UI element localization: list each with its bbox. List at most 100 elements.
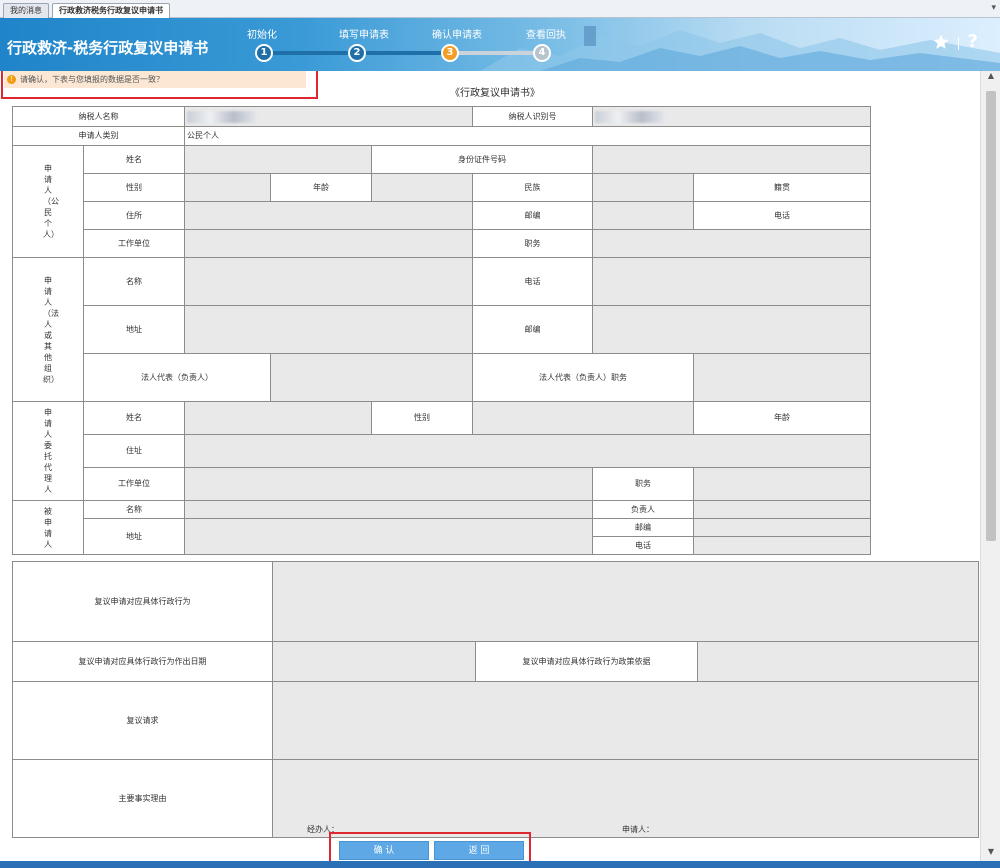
form-content: ! 请确认，下表与您填报的数据是否一致？ 《行政复议申请书》 纳税人名称 纳税人… xyxy=(0,71,980,838)
favorite-star-icon[interactable] xyxy=(932,33,950,51)
employer-value xyxy=(184,229,473,258)
facts-label: 主要事实理由 xyxy=(12,759,273,838)
agent-name-value xyxy=(184,401,372,435)
resp-phone-value xyxy=(693,536,871,555)
step-1: 1 xyxy=(255,44,273,62)
help-icon[interactable]: ? xyxy=(968,31,978,52)
step-progress-remaining xyxy=(450,51,542,55)
redacted-value xyxy=(187,110,257,123)
resp-head-label: 负责人 xyxy=(592,500,694,519)
step-label-1: 初始化 xyxy=(247,30,277,41)
vertical-scrollbar[interactable]: ▲ ▼ xyxy=(980,71,1000,861)
tab-reconsideration-form[interactable]: 行政救济税务行政复议申请书 xyxy=(52,3,170,18)
step-label-4: 查看回执 xyxy=(526,30,566,41)
agent-employer-label: 工作单位 xyxy=(83,467,185,501)
agent-gender-value xyxy=(472,401,694,435)
request-value xyxy=(272,681,979,760)
taxpayer-id-value xyxy=(592,106,871,127)
org-phone-label: 电话 xyxy=(472,257,593,306)
phone-label: 电话 xyxy=(693,201,871,230)
resp-phone-label: 电话 xyxy=(592,536,694,555)
section-agent-label: 申请人委托代理人 xyxy=(12,401,84,501)
policy-basis-value xyxy=(697,641,979,682)
age-value xyxy=(371,173,473,202)
address-value xyxy=(184,201,473,230)
step-4: 4 xyxy=(533,44,551,62)
applicant-type-label: 申请人类别 xyxy=(12,126,185,146)
scroll-up-icon[interactable]: ▲ xyxy=(981,71,1000,85)
action-value xyxy=(272,561,979,642)
name-value xyxy=(184,145,372,174)
document-title: 《行政复议申请书》 xyxy=(450,88,540,99)
position-label: 职务 xyxy=(472,229,593,258)
legal-rep-value xyxy=(270,353,473,402)
resp-postcode-label: 邮编 xyxy=(592,518,694,537)
org-name-value xyxy=(184,257,473,306)
resp-postcode-value xyxy=(693,518,871,537)
header-banner: 行政救济-税务行政复议申请书 初始化 填写申请表 确认申请表 查看回执 1 2 … xyxy=(0,18,1000,71)
postcode-label: 邮编 xyxy=(472,201,593,230)
origin-cell: 籍贯 xyxy=(693,173,871,202)
legal-rep-label: 法人代表（负责人） xyxy=(83,353,271,402)
agent-employer-value xyxy=(184,467,593,501)
action-date-label: 复议申请对应具体行政行为作出日期 xyxy=(12,641,273,682)
step-label-2: 填写申请表 xyxy=(339,30,389,41)
applicant-form-table: 纳税人名称 纳税人识别号 申请人类别 公民个人 申请人（公民个人） 姓名 身份证… xyxy=(12,106,871,555)
gender-label: 性别 xyxy=(83,173,185,202)
address-label: 住所 xyxy=(83,201,185,230)
id-number-label: 身份证件号码 xyxy=(371,145,593,174)
agent-gender-label: 性别 xyxy=(371,401,473,435)
header-divider xyxy=(958,37,959,50)
facts-value: 经办人： 申请人： xyxy=(272,759,979,838)
signature-row: 经办人： 申请人： xyxy=(277,761,974,837)
agent-position-value xyxy=(693,467,871,501)
resp-address-value xyxy=(184,518,593,555)
request-details-table: 复议申请对应具体行政行为 复议申请对应具体行政行为作出日期 复议申请对应具体行政… xyxy=(12,561,979,838)
age-label: 年龄 xyxy=(270,173,372,202)
gender-value xyxy=(184,173,271,202)
scroll-down-icon[interactable]: ▼ xyxy=(981,847,1000,861)
id-number-value xyxy=(592,145,871,174)
ethnicity-label: 民族 xyxy=(472,173,593,202)
redacted-value xyxy=(595,110,665,123)
legal-rep-position-value xyxy=(693,353,871,402)
taxpayer-id-label: 纳税人识别号 xyxy=(472,106,593,127)
resp-address-label: 地址 xyxy=(83,518,185,555)
buttons-highlight-box xyxy=(329,832,531,864)
section-respondent-label: 被申请人 xyxy=(12,500,84,555)
page-title: 行政救济-税务行政复议申请书 xyxy=(7,39,209,57)
org-name-label: 名称 xyxy=(83,257,185,306)
employer-label: 工作单位 xyxy=(83,229,185,258)
request-label: 复议请求 xyxy=(12,681,273,760)
legal-rep-position-label: 法人代表（负责人）职务 xyxy=(472,353,694,402)
scroll-thumb[interactable] xyxy=(986,91,996,541)
position-value xyxy=(592,229,871,258)
action-date-value xyxy=(272,641,476,682)
step-3-current: 3 xyxy=(441,44,459,62)
name-label: 姓名 xyxy=(83,145,185,174)
resp-name-value xyxy=(184,500,593,519)
agent-name-label: 姓名 xyxy=(83,401,185,435)
tab-my-messages[interactable]: 我的消息 xyxy=(3,3,49,18)
step-2: 2 xyxy=(348,44,366,62)
origin-label: 籍贯 xyxy=(774,182,790,192)
notice-highlight-box xyxy=(1,71,318,99)
agent-position-label: 职务 xyxy=(592,467,694,501)
tab-menu-icon[interactable]: ▾ xyxy=(991,3,996,13)
resp-name-label: 名称 xyxy=(83,500,185,519)
bottom-band xyxy=(0,861,1000,868)
ethnicity-value xyxy=(592,173,694,202)
agent-address-label: 住址 xyxy=(83,434,185,468)
postcode-value xyxy=(592,201,694,230)
step-label-3: 确认申请表 xyxy=(432,30,482,41)
applicant-sign-label: 申请人： xyxy=(622,825,654,834)
resp-head-value xyxy=(693,500,871,519)
taxpayer-name-value xyxy=(184,106,473,127)
policy-basis-label: 复议申请对应具体行政行为政策依据 xyxy=(475,641,698,682)
section-citizen-label: 申请人（公民个人） xyxy=(12,145,84,258)
section-legal-label: 申请人（法人或其他组织） xyxy=(12,257,84,402)
agent-address-value xyxy=(184,434,871,468)
taxpayer-name-label: 纳税人名称 xyxy=(12,106,185,127)
org-phone-value xyxy=(592,257,871,306)
org-address-value xyxy=(184,305,473,354)
